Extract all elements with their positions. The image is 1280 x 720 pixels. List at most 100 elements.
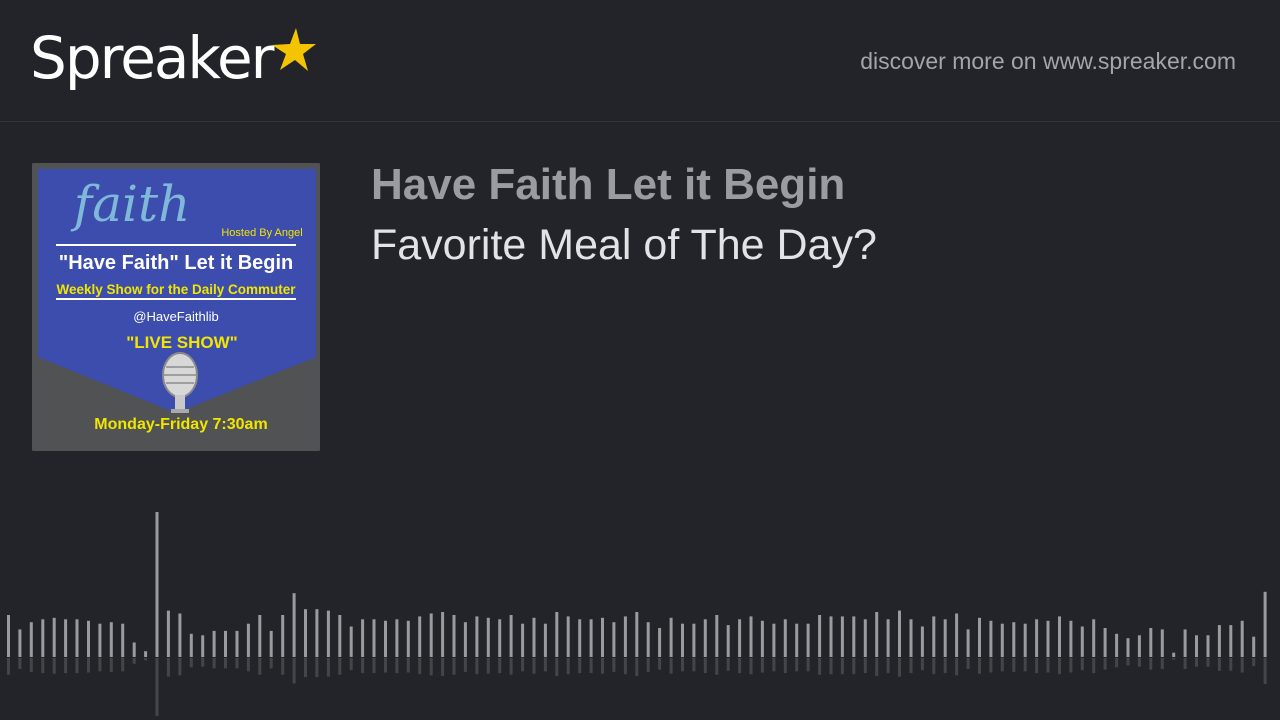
waveform-bar-reflection: [669, 658, 673, 674]
waveform-bar: [372, 619, 376, 657]
waveform-bar: [304, 609, 307, 658]
waveform-bar-reflection: [932, 658, 936, 675]
waveform-bar-reflection: [166, 658, 170, 677]
waveform-bar-reflection: [863, 658, 867, 674]
waveform-bar-reflection: [658, 658, 662, 670]
logo-wordmark: Spreaker: [30, 24, 274, 92]
waveform-bar: [978, 617, 981, 657]
waveform-bar-reflection: [806, 658, 810, 672]
waveform-bar-reflection: [1229, 658, 1233, 671]
waveform-bar-reflection: [760, 658, 764, 673]
waveform-bar: [943, 619, 947, 657]
waveform-bar-reflection: [338, 658, 342, 675]
waveform-bar: [1058, 616, 1061, 657]
waveform-bar-reflection: [1137, 658, 1141, 667]
waveform-bar-reflection: [955, 658, 959, 676]
waveform-bar: [155, 512, 159, 657]
waveform-bar: [623, 616, 627, 657]
waveform-bar-reflection: [978, 658, 981, 674]
spreaker-logo[interactable]: Spreaker: [30, 22, 318, 102]
waveform-bar-reflection: [1149, 658, 1153, 670]
waveform-bar: [166, 610, 170, 657]
waveform-bar: [246, 623, 250, 658]
waveform-bar: [783, 619, 787, 657]
waveform-bar-reflection: [132, 658, 136, 664]
waveform-bar-reflection: [315, 658, 319, 678]
waveform-bar-reflection: [829, 658, 833, 675]
waveform-bar: [7, 615, 10, 657]
waveform-bar: [452, 615, 456, 657]
waveform-bar: [1069, 620, 1073, 658]
waveform-bar-reflection: [41, 658, 45, 674]
waveform-bar: [315, 609, 319, 658]
waveform-bar-reflection: [1240, 658, 1244, 673]
waveform-bar: [224, 630, 227, 657]
waveform-bar: [1115, 633, 1119, 657]
waveform-bar: [1126, 638, 1130, 658]
waveform-bar-reflection: [1092, 658, 1096, 674]
waveform-bar: [932, 616, 936, 657]
waveform-bar: [1103, 628, 1107, 657]
waveform-bar: [852, 616, 856, 657]
cover-tagline: Weekly Show for the Daily Commuter: [56, 282, 296, 297]
waveform-bar-reflection: [989, 658, 993, 673]
waveform-bar: [463, 622, 467, 657]
show-title[interactable]: Have Faith Let it Begin: [371, 160, 845, 210]
waveform-bar-reflection: [1103, 658, 1107, 670]
waveform-bar: [258, 615, 262, 657]
waveform-bar-reflection: [1058, 658, 1061, 675]
waveform-bar-reflection: [429, 658, 433, 676]
waveform-bar-reflection: [269, 658, 273, 669]
cover-show-line: "Have Faith" Let it Begin: [59, 252, 294, 274]
waveform-bar-reflection: [532, 658, 536, 674]
waveform-bar-reflection: [224, 658, 227, 669]
waveform-bar: [18, 629, 22, 657]
waveform-bar-reflection: [920, 658, 924, 671]
waveform-bar-reflection: [601, 658, 604, 674]
waveform-bar-reflection: [1115, 658, 1119, 668]
waveform-bar-reflection: [1252, 658, 1256, 667]
waveform-bar-reflection: [795, 658, 799, 672]
waveform-bar-reflection: [555, 658, 559, 676]
waveform-bar-reflection: [304, 658, 307, 678]
waveform-bar: [681, 623, 684, 658]
waveform-bar: [601, 617, 604, 657]
waveform-bar-reflection: [646, 658, 650, 672]
cover-hosted-by: Hosted By Angel: [221, 227, 302, 239]
waveform-bar: [898, 610, 901, 657]
waveform-bar: [441, 612, 445, 657]
waveform-bar: [760, 620, 764, 658]
audio-waveform[interactable]: [0, 500, 1280, 720]
waveform-bar-reflection: [144, 658, 148, 661]
waveform-bar-reflection: [361, 658, 365, 674]
waveform-bar-reflection: [326, 658, 330, 677]
waveform-bar: [658, 628, 662, 657]
waveform-bar-reflection: [635, 658, 639, 676]
episode-title[interactable]: Favorite Meal of The Day?: [371, 220, 877, 270]
waveform-bar: [703, 619, 707, 657]
waveform-bar: [1035, 619, 1039, 657]
waveform-bar-reflection: [521, 658, 525, 672]
waveform-bar: [1092, 619, 1096, 657]
waveform-bar-reflection: [395, 658, 399, 674]
waveform-bar-reflection: [692, 658, 696, 672]
waveform-bar: [635, 612, 639, 657]
waveform-bar-reflection: [543, 658, 547, 672]
waveform-bar: [1046, 620, 1050, 658]
waveform-bar: [178, 613, 182, 657]
waveform-bar: [749, 616, 753, 657]
waveform-bar: [669, 617, 673, 657]
waveform-bar: [829, 616, 833, 657]
waveform-bar-reflection: [943, 658, 947, 674]
cover-schedule: Monday-Friday 7:30am: [94, 416, 267, 433]
waveform-bar-reflection: [703, 658, 707, 674]
waveform-bar-reflection: [418, 658, 422, 675]
waveform-bar-reflection: [246, 658, 250, 672]
discover-link[interactable]: discover more on www.spreaker.com: [860, 46, 1236, 76]
waveform-bar-reflection: [818, 658, 822, 675]
waveform-bar: [875, 612, 879, 657]
waveform-bar: [532, 617, 536, 657]
cover-handle: @HaveFaithlib: [133, 309, 218, 324]
waveform-bar-reflection: [1183, 658, 1187, 669]
podcast-cover-art: faith Hosted By Angel "Have Faith" Let i…: [32, 163, 320, 451]
